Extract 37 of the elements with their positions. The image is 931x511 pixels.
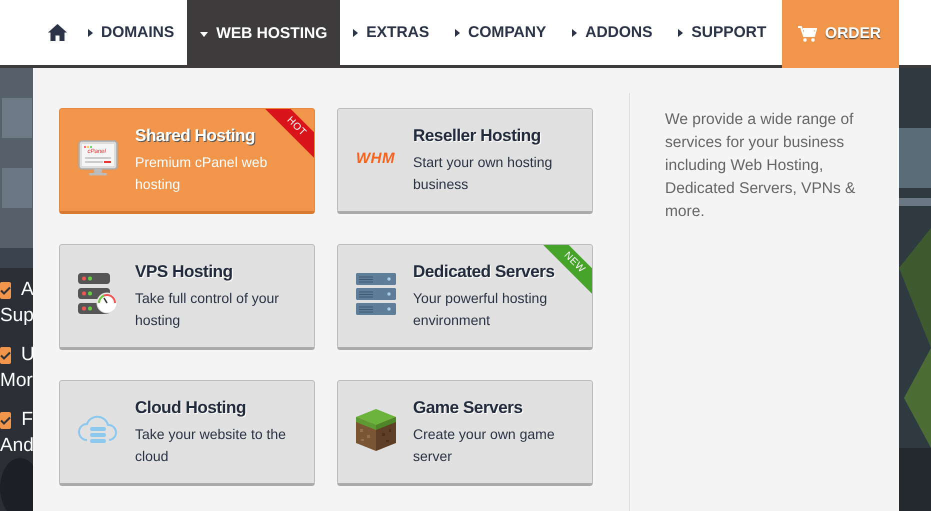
nav-menu-item[interactable]: EXTRAS <box>340 0 442 68</box>
cloud-server-icon <box>78 415 118 445</box>
hosting-card[interactable]: Cloud Hosting Take your website to the cloud <box>59 380 315 486</box>
server-gauge-icon <box>78 273 118 315</box>
card-title: Game Servers <box>413 398 524 418</box>
card-title: Reseller Hosting <box>413 126 542 146</box>
logo-text: WHM <box>356 150 395 166</box>
hosting-card[interactable]: Game Servers Create your own game server <box>337 380 593 486</box>
caret-icon <box>353 28 358 36</box>
nav-menu-item[interactable]: WEB HOSTING <box>187 0 340 68</box>
nav-menu-item[interactable]: SUPPORT <box>665 0 780 68</box>
caret-icon <box>200 32 208 36</box>
nav-menu-item[interactable]: DOMAINS <box>75 0 188 68</box>
feature-text: Sup <box>0 305 33 327</box>
card-description: Create your own game server <box>413 425 556 466</box>
hosting-card[interactable]: WHM Reseller Hosting Start your own hosting business <box>337 108 593 214</box>
cart-icon <box>798 26 818 42</box>
grass-block-icon <box>356 409 396 451</box>
card-description: Start your own hosting business <box>413 153 554 194</box>
caret-icon <box>88 28 93 36</box>
caret-icon <box>678 28 684 36</box>
hosting-card[interactable]: VPS Hosting Take full control of your hosting <box>59 244 315 350</box>
card-title: Cloud Hosting <box>135 398 247 418</box>
caret-icon <box>572 28 578 36</box>
card-title: VPS Hosting <box>135 262 234 282</box>
feature-text: And <box>0 435 33 457</box>
monitor-icon <box>78 140 118 176</box>
intro-text: We provide a wide range of services for your business including Web Hosting, Dedicated Servers, VPNs & more. <box>665 110 856 222</box>
server-rack-icon <box>356 273 396 315</box>
card-description: Take full control of your hosting <box>135 289 280 330</box>
card-description: Take your website to the cloud <box>135 425 287 466</box>
feature-text: Mor <box>0 370 33 392</box>
nav-menu-item[interactable]: COMPANY <box>442 0 560 68</box>
feature-text: F <box>21 409 33 431</box>
home-icon[interactable] <box>48 24 67 41</box>
caret-icon <box>455 28 460 36</box>
nav-menu-item[interactable]: ADDONS <box>559 0 666 68</box>
